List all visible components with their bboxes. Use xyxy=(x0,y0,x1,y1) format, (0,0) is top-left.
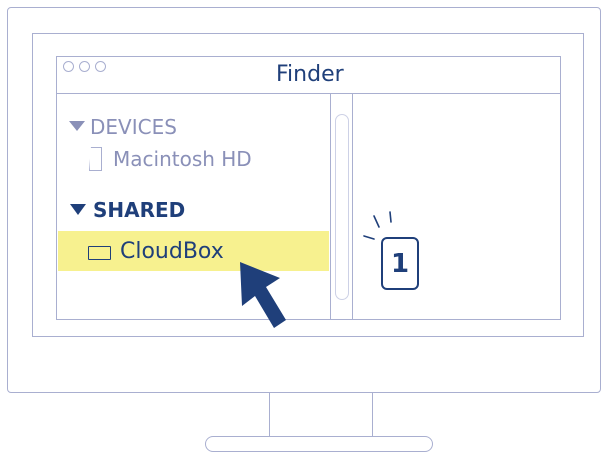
minimize-window-button[interactable] xyxy=(79,61,90,72)
zoom-window-button[interactable] xyxy=(95,61,106,72)
network-drive-icon xyxy=(88,246,111,260)
sidebar-item-macintosh-hd[interactable]: Macintosh HD xyxy=(113,147,252,171)
monitor-neck xyxy=(269,393,373,436)
devices-heading: DEVICES xyxy=(90,115,177,139)
collapse-triangle-icon[interactable] xyxy=(69,121,85,131)
shared-heading: SHARED xyxy=(93,198,186,222)
close-window-button[interactable] xyxy=(63,61,74,72)
finder-window xyxy=(56,56,561,320)
drive-icon xyxy=(89,147,102,171)
finder-title: Finder xyxy=(276,62,344,87)
mouse-pointer-icon xyxy=(240,262,286,328)
expand-triangle-icon[interactable] xyxy=(70,204,86,215)
monitor-base xyxy=(205,436,433,452)
sidebar-item-cloudbox-label[interactable]: CloudBox xyxy=(120,239,224,265)
sidebar-scroll-thumb[interactable] xyxy=(335,114,349,300)
step-number-badge: 1 xyxy=(381,237,419,290)
